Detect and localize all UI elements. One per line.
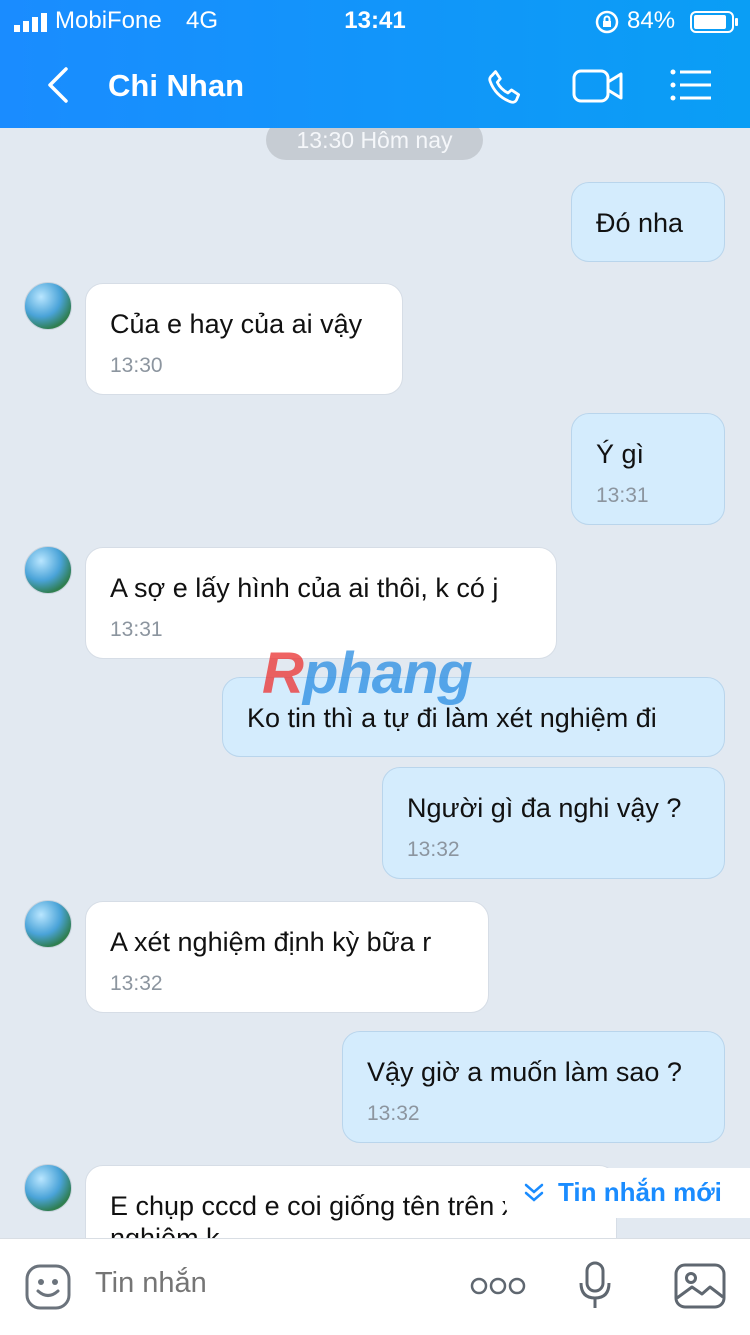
message-bubble-outgoing[interactable]: Vậy giờ a muốn làm sao ? 13:32 — [342, 1031, 725, 1143]
message-text-line-2: nghiệm k — [110, 1223, 220, 1238]
new-message-banner[interactable]: Tin nhắn mới — [505, 1168, 750, 1218]
message-text: Người gì đa nghi vậy ? — [407, 793, 682, 823]
contact-avatar[interactable] — [24, 900, 72, 948]
back-icon[interactable] — [44, 66, 74, 109]
battery-icon — [690, 11, 740, 40]
message-time: 13:32 — [407, 838, 460, 861]
double-chevron-down-icon — [523, 1182, 545, 1209]
message-time: 13:32 — [367, 1102, 420, 1125]
status-bar: MobiFone 4G 13:41 84% — [0, 0, 750, 42]
emoji-sticker-icon[interactable] — [24, 1263, 72, 1316]
message-bubble-outgoing[interactable]: Người gì đa nghi vậy ? 13:32 — [382, 767, 725, 879]
contact-avatar[interactable] — [24, 546, 72, 594]
message-text: A sợ e lấy hình của ai thôi, k có j — [110, 573, 499, 603]
message-bubble-incoming[interactable]: A xét nghiệm định kỳ bữa r 13:32 — [85, 901, 489, 1013]
microphone-icon[interactable] — [578, 1261, 612, 1316]
watermark-logo: Rphang — [262, 641, 473, 706]
message-time: 13:31 — [110, 618, 163, 641]
message-text: Vậy giờ a muốn làm sao ? — [367, 1057, 682, 1087]
message-composer — [0, 1238, 750, 1335]
battery-percent: 84% — [627, 7, 676, 34]
message-text: Đó nha — [596, 208, 684, 238]
new-message-label: Tin nhắn mới — [558, 1177, 722, 1207]
date-separator: 13:30 Hôm nay — [266, 128, 483, 160]
chat-header: MobiFone 4G 13:41 84% Chi Nhan — [0, 0, 750, 128]
rotation-lock-icon — [594, 9, 620, 42]
message-bubble-incoming[interactable]: Của e hay của ai vậy 13:30 — [85, 283, 403, 395]
message-list[interactable]: 13:30 Hôm nay Đó nha Của e hay của ai vậ… — [0, 128, 750, 1238]
message-text: A xét nghiệm định kỳ bữa r — [110, 927, 432, 957]
message-bubble-outgoing[interactable]: Đó nha — [571, 182, 725, 262]
contact-avatar[interactable] — [24, 1164, 72, 1212]
contact-avatar[interactable] — [24, 282, 72, 330]
image-gallery-icon[interactable] — [674, 1263, 726, 1314]
more-options-icon[interactable] — [470, 1277, 526, 1300]
contact-name[interactable]: Chi Nhan — [108, 68, 244, 104]
message-time: 13:32 — [110, 972, 163, 995]
message-time: 13:31 — [596, 484, 649, 507]
menu-icon[interactable] — [670, 68, 712, 107]
message-time: 13:30 — [110, 354, 163, 377]
video-call-icon[interactable] — [572, 68, 624, 109]
phone-call-icon[interactable] — [484, 66, 526, 113]
message-text: Của e hay của ai vậy — [110, 309, 363, 339]
message-bubble-outgoing[interactable]: Ý gì 13:31 — [571, 413, 725, 525]
message-input[interactable] — [95, 1267, 425, 1300]
message-text: Ý gì — [596, 439, 645, 469]
